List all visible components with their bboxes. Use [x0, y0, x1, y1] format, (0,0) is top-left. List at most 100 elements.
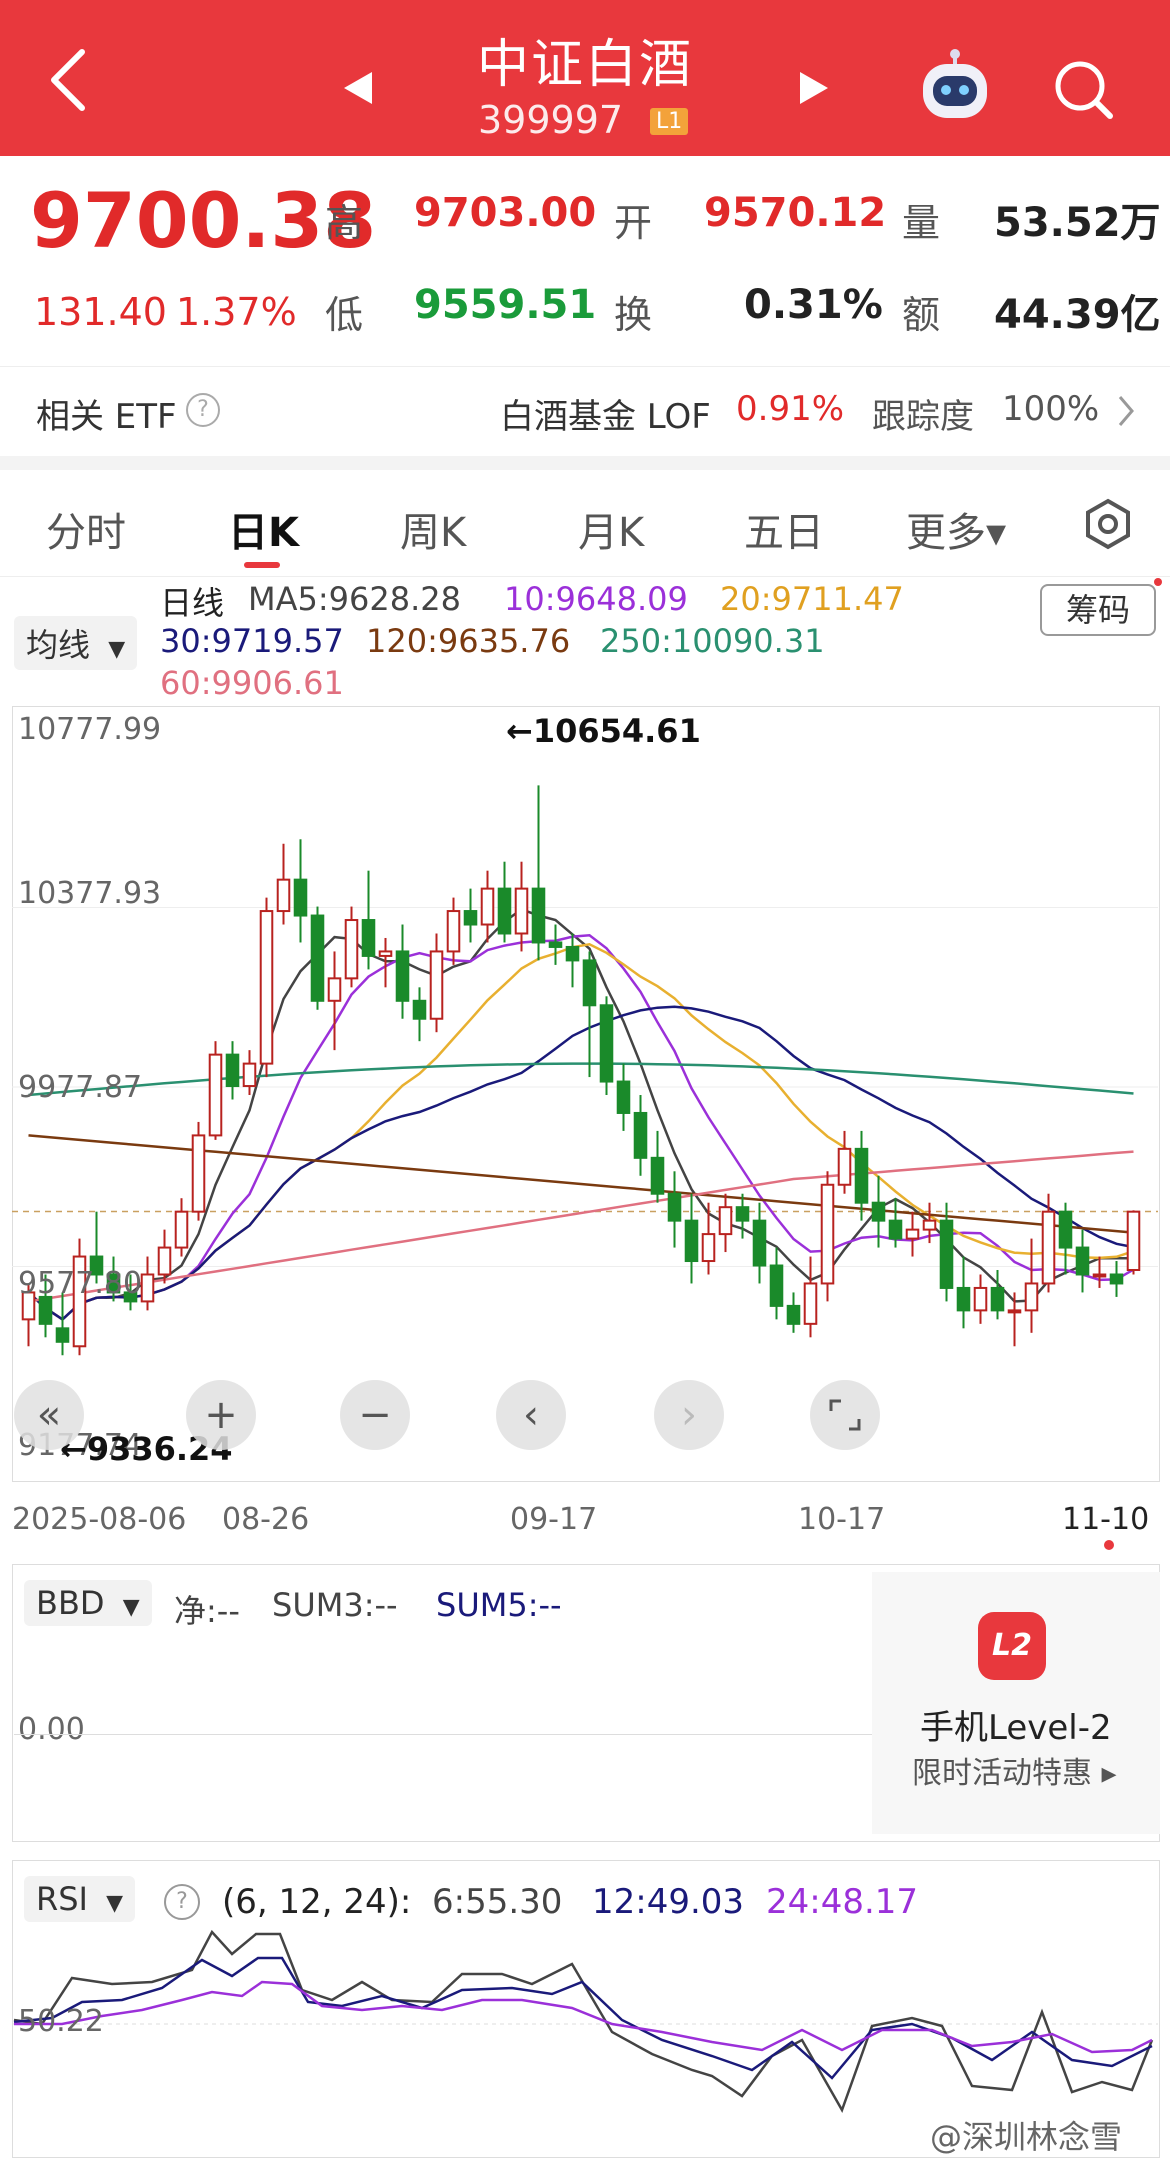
- tab-intraday[interactable]: 分时: [46, 500, 126, 558]
- volume-label: 量: [902, 201, 941, 245]
- bbd-selector-label: BBD: [36, 1584, 105, 1622]
- y-tick-3: 9977.87: [18, 1070, 143, 1105]
- chart-settings-icon[interactable]: [1082, 498, 1134, 554]
- tab-weekly-k[interactable]: 周K: [400, 500, 466, 558]
- candle: [1007, 1309, 1022, 1314]
- zoom-out-button[interactable]: −: [340, 1380, 410, 1450]
- candle: [1058, 1210, 1073, 1249]
- candle: [1092, 1273, 1107, 1278]
- candle: [548, 941, 563, 948]
- fullscreen-button[interactable]: [810, 1380, 880, 1450]
- etf-fund-pct: 0.91%: [736, 389, 845, 429]
- search-icon[interactable]: [1052, 58, 1116, 126]
- ma60-value: 60:9906.61: [160, 664, 344, 702]
- candle: [1126, 1210, 1141, 1272]
- candle: [650, 1156, 665, 1195]
- rsi24-value: 24:48.17: [766, 1882, 919, 1922]
- candle: [871, 1201, 886, 1222]
- caret-down-icon: ▼: [122, 1595, 140, 1620]
- ma120-value: 120:9635.76: [366, 622, 571, 660]
- candle: [157, 1246, 172, 1276]
- fullscreen-icon: [829, 1399, 861, 1431]
- candle: [497, 887, 512, 935]
- y-tick-1: 10777.99: [18, 712, 162, 747]
- active-tab-indicator: [244, 562, 280, 568]
- watermark: @深圳林念雪: [930, 2118, 1123, 2156]
- rsi-help-icon[interactable]: ?: [164, 1884, 200, 1920]
- x-tick-5: 11-10: [1062, 1502, 1150, 1537]
- next-stock-icon[interactable]: [796, 70, 832, 110]
- candle: [786, 1304, 801, 1325]
- y-tick-2: 10377.93: [18, 876, 162, 911]
- ma-selector[interactable]: 均线 ▼: [14, 616, 138, 670]
- volume-value: 53.52万: [994, 200, 1161, 246]
- turnover-label: 换: [614, 293, 653, 337]
- rsi-selector[interactable]: RSI ▼: [24, 1876, 136, 1922]
- ma20-value: 20:9711.47: [720, 580, 904, 618]
- candle: [140, 1273, 155, 1303]
- help-icon[interactable]: ?: [186, 393, 220, 427]
- candle: [310, 914, 325, 1002]
- rsi-mid-label: 50.22: [18, 2004, 104, 2039]
- candle: [429, 950, 444, 1020]
- ma250-line: [28, 1062, 1134, 1097]
- candle: [395, 950, 410, 1002]
- scroll-left-fast-button[interactable]: «: [14, 1380, 84, 1450]
- candle: [752, 1219, 767, 1267]
- tab-five-day[interactable]: 五日: [744, 500, 824, 558]
- open-label: 开: [614, 201, 653, 245]
- candle: [1024, 1282, 1039, 1312]
- notification-dot: [1154, 578, 1162, 586]
- related-etf-row[interactable]: 相关 ETF ? 白酒基金 LOF 0.91% 跟踪度 100%: [0, 366, 1170, 457]
- candle: [956, 1286, 971, 1312]
- candle: [446, 910, 461, 953]
- candle: [803, 1282, 818, 1325]
- turnover-value: 0.31%: [744, 282, 883, 328]
- low-value: 9559.51: [414, 282, 597, 328]
- latest-marker-dot: [1104, 1540, 1114, 1550]
- tab-monthly-k[interactable]: 月K: [578, 500, 644, 558]
- high-label: 高: [325, 201, 364, 245]
- ma10-value: 10:9648.09: [504, 580, 688, 618]
- tab-daily-k[interactable]: 日K: [228, 500, 299, 558]
- amount-value: 44.39亿: [994, 292, 1161, 338]
- chip-distribution-button[interactable]: 筹码: [1040, 584, 1156, 636]
- scroll-left-button[interactable]: ‹: [496, 1380, 566, 1450]
- chevron-right-icon: [1116, 393, 1136, 433]
- candle: [616, 1080, 631, 1114]
- x-tick-1: 2025-08-06: [12, 1502, 187, 1537]
- candle: [973, 1286, 988, 1312]
- level2-logo: L2: [978, 1612, 1046, 1680]
- caret-down-icon: ▼: [108, 637, 126, 662]
- candle: [820, 1183, 835, 1285]
- candle: [1075, 1246, 1090, 1276]
- zoom-in-button[interactable]: +: [186, 1380, 256, 1450]
- price-change: 131.40: [34, 290, 167, 334]
- ma30-value: 30:9719.57: [160, 622, 344, 660]
- candle: [259, 910, 274, 1065]
- level2-promo[interactable]: L2 手机Level-2 限时活动特惠 ▸: [872, 1572, 1160, 1834]
- ma20-line: [27, 942, 1134, 1321]
- candle: [769, 1264, 784, 1307]
- index-code: 399997: [478, 98, 624, 142]
- ma10-line: [27, 934, 1135, 1321]
- candle: [888, 1219, 903, 1240]
- app-header: 中证白酒 399997 L1: [0, 0, 1170, 156]
- candle: [208, 1053, 223, 1137]
- x-tick-3: 09-17: [510, 1502, 598, 1537]
- ma250-value: 250:10090.31: [600, 622, 825, 660]
- scroll-right-button[interactable]: ›: [654, 1380, 724, 1450]
- candle: [361, 919, 376, 957]
- bbd-selector[interactable]: BBD ▼: [24, 1580, 152, 1626]
- candle: [531, 887, 546, 944]
- rsi-selector-label: RSI: [36, 1880, 88, 1918]
- ma-legend-title: 日线: [160, 584, 225, 622]
- candle: [633, 1111, 648, 1159]
- x-tick-2: 08-26: [222, 1502, 310, 1537]
- tab-more[interactable]: 更多▾: [906, 500, 1006, 558]
- kline-chart[interactable]: [12, 706, 1158, 1480]
- bbd-sum5: SUM5:--: [436, 1586, 562, 1624]
- candle: [990, 1286, 1005, 1312]
- candle: [939, 1219, 954, 1289]
- robot-assistant-icon[interactable]: [915, 48, 995, 132]
